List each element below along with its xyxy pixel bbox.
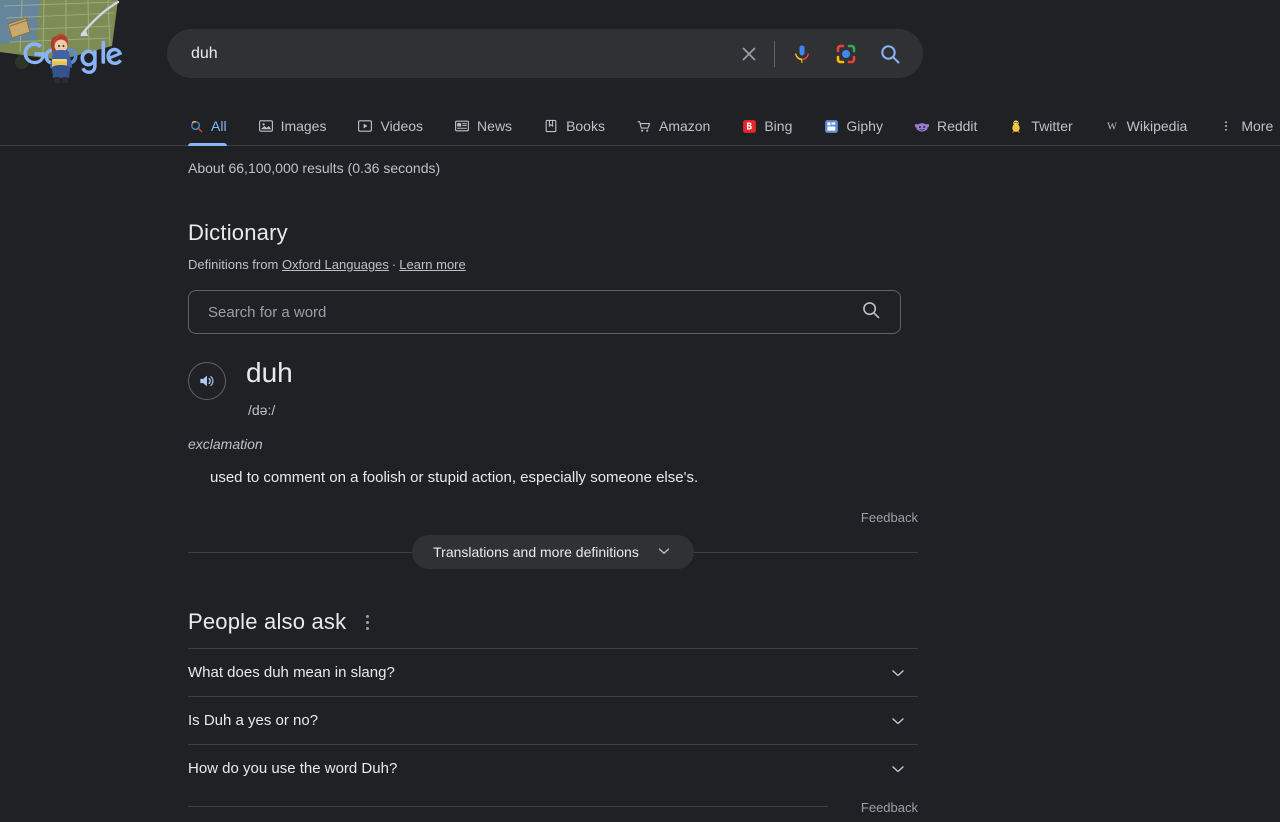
google-lens-icon[interactable] (833, 41, 859, 67)
question-text: How do you use the word Duh? (188, 760, 398, 777)
google-wordmark (23, 40, 123, 74)
microphone-icon[interactable] (789, 41, 815, 67)
tab-videos[interactable]: Videos (357, 106, 437, 146)
people-also-ask-item[interactable]: What does duh mean in slang? (188, 648, 918, 696)
news-icon (454, 118, 470, 134)
tab-label: News (477, 118, 513, 134)
chevron-down-icon (655, 542, 673, 563)
learn-more-link[interactable]: Learn more (399, 257, 465, 272)
wikipedia-w-icon: W (1104, 118, 1120, 134)
video-icon (357, 118, 373, 134)
shopping-cart-icon (636, 118, 652, 134)
dictionary-title: Dictionary (188, 220, 288, 245)
word-search-input[interactable] (206, 302, 860, 322)
page-header: All Images Videos (0, 0, 1280, 146)
expand-label: Translations and more definitions (433, 544, 639, 560)
feedback-link[interactable]: Feedback (861, 800, 918, 815)
people-also-ask-footer: Feedback (188, 792, 918, 822)
search-input[interactable] (191, 44, 736, 63)
people-also-ask-item[interactable]: Is Duh a yes or no? (188, 696, 918, 744)
tab-amazon[interactable]: Amazon (636, 106, 724, 146)
tab-label: All (211, 118, 227, 134)
dictionary-feedback-row: Feedback (188, 510, 918, 525)
attribution-separator: · (391, 257, 397, 272)
tab-wikipedia[interactable]: W Wikipedia (1104, 106, 1202, 146)
people-also-ask-section: People also ask What does duh mean in sl… (188, 609, 918, 822)
results-count: About 66,100,000 results (0.36 seconds) (188, 160, 441, 176)
question-text: Is Duh a yes or no? (188, 712, 319, 729)
kebab-dot (365, 614, 369, 618)
feedback-link[interactable]: Feedback (861, 510, 918, 525)
twitter-bird-icon (1008, 118, 1024, 134)
tab-images[interactable]: Images (258, 106, 341, 146)
footer-divider (188, 806, 828, 807)
tab-twitter[interactable]: Twitter (1008, 106, 1086, 146)
dictionary-card: Dictionary Definitions from Oxford Langu… (188, 220, 918, 569)
giphy-icon (823, 118, 839, 134)
tab-reddit[interactable]: Reddit (914, 106, 991, 146)
tab-label: Wikipedia (1126, 118, 1188, 134)
dictionary-entry: duh /də:/ (188, 356, 918, 418)
tab-label: Bing (764, 118, 793, 134)
kebab-dot (365, 620, 369, 624)
attribution-prefix: Definitions from (188, 257, 279, 272)
tab-label: Amazon (658, 118, 711, 134)
chevron-down-icon[interactable] (888, 711, 908, 731)
kebab-menu-icon[interactable] (360, 613, 374, 631)
image-icon (258, 118, 274, 134)
phonetic-transcription: /də:/ (248, 402, 276, 418)
tab-label: Reddit (936, 118, 978, 134)
tab-all[interactable]: All (188, 106, 241, 146)
tab-label: Giphy (846, 118, 883, 134)
translations-and-more-definitions-button[interactable]: Translations and more definitions (412, 535, 694, 569)
google-doodle[interactable] (0, 0, 150, 88)
entry-text-block: duh /də:/ (246, 356, 293, 418)
oxford-languages-link[interactable]: Oxford Languages (282, 257, 389, 272)
svg-text:W: W (1107, 122, 1117, 133)
people-also-ask-title: People also ask (188, 609, 347, 634)
search-results-column: About 66,100,000 results (0.36 seconds) … (188, 146, 918, 822)
word-search-field[interactable] (188, 290, 901, 334)
doodle-character (49, 34, 73, 83)
definition-text: used to comment on a foolish or stupid a… (210, 469, 699, 486)
people-also-ask-header: People also ask (188, 609, 918, 648)
people-also-ask-item[interactable]: How do you use the word Duh? (188, 744, 918, 792)
chevron-down-icon[interactable] (888, 759, 908, 779)
search-bar[interactable] (167, 29, 923, 78)
speaker-volume-icon[interactable] (188, 362, 226, 400)
tab-bing[interactable]: Bing (741, 106, 806, 146)
search-icon (188, 118, 204, 134)
tab-label: Books (566, 118, 605, 134)
reddit-icon (914, 118, 930, 134)
search-nav-tabs[interactable]: All Images Videos News Books Amazon Bing… (188, 106, 1280, 146)
tab-giphy[interactable]: Giphy (823, 106, 897, 146)
search-icon[interactable] (860, 299, 882, 326)
tab-books[interactable]: Books (543, 106, 619, 146)
tab-news[interactable]: News (454, 106, 526, 146)
part-of-speech: exclamation (188, 436, 263, 452)
chevron-down-icon[interactable] (888, 663, 908, 683)
expand-row: Translations and more definitions (188, 535, 918, 569)
tab-label: Videos (380, 118, 424, 134)
close-x-icon[interactable] (736, 41, 762, 67)
search-icon[interactable] (877, 41, 903, 67)
tab-label: Twitter (1031, 118, 1073, 134)
tab-label: More (1241, 118, 1274, 134)
kebab-menu-icon (1218, 118, 1234, 134)
search-divider (774, 40, 775, 67)
tab-label: Images (280, 118, 327, 134)
book-icon (543, 118, 559, 134)
headword: duh (246, 357, 293, 388)
tab-more[interactable]: More (1218, 106, 1280, 146)
dictionary-attribution: Definitions from Oxford Languages · Learn … (188, 257, 918, 272)
kebab-dot (365, 626, 369, 630)
question-text: What does duh mean in slang? (188, 664, 395, 681)
bing-icon (741, 118, 757, 134)
